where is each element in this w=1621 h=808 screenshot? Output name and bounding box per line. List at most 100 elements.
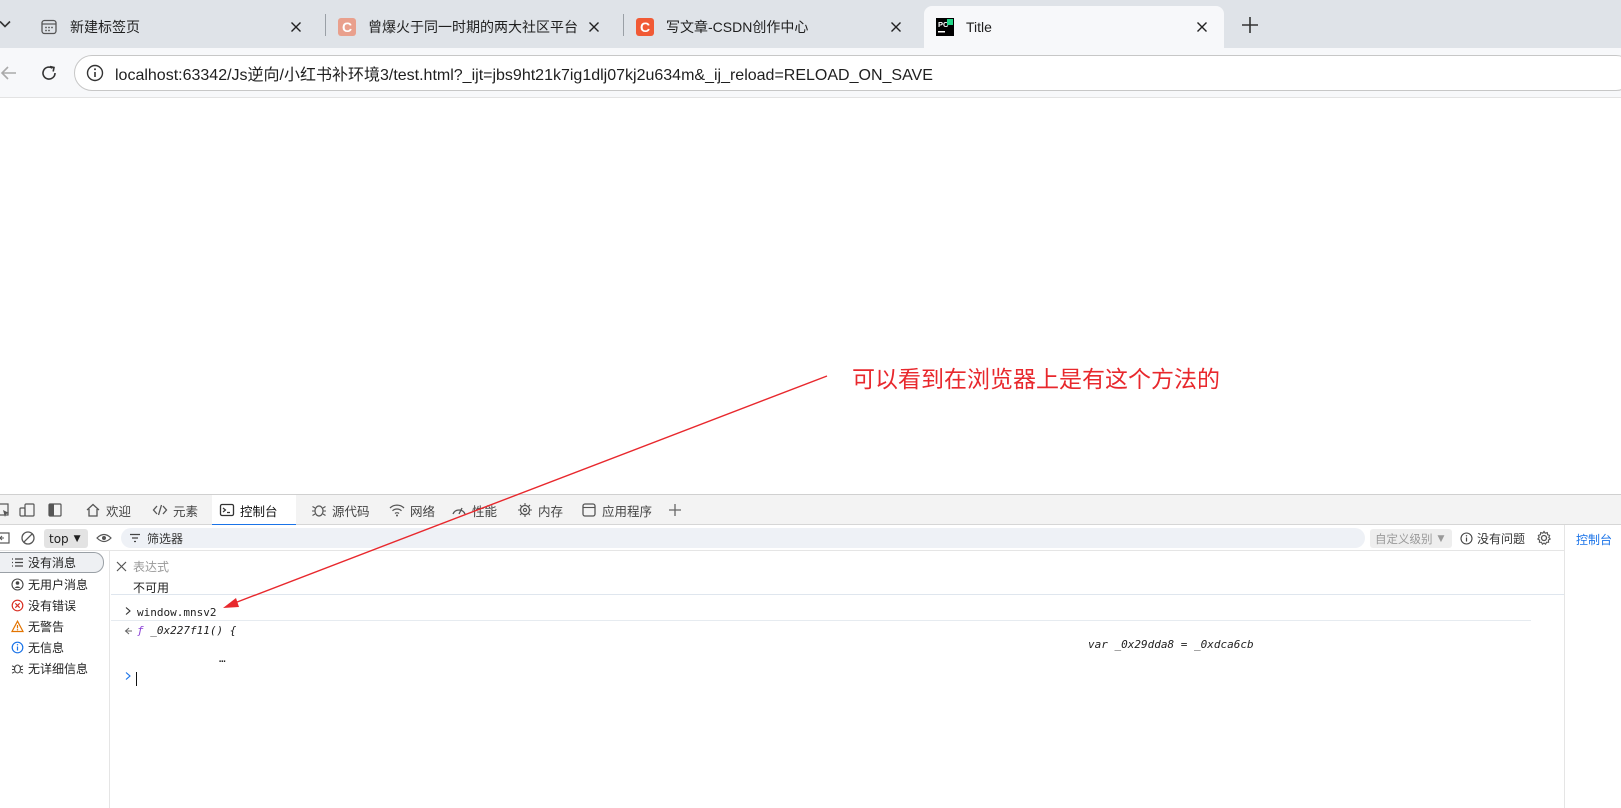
devtools-tab-sources[interactable]: 源代码 (304, 495, 378, 525)
tab-strip: 新建标签页 C 曾爆火于同一时期的两大社区平台 C 写文章-CSDN创作中心 P… (0, 0, 1621, 48)
address-bar[interactable]: localhost:63342/Js逆向/小红书补环境3/test.html?_… (74, 55, 1621, 91)
devtools-tab-network[interactable]: 网络 (382, 495, 443, 525)
console-sidebar: 没有消息 无用户消息 没有错误 无警告 无信息 无详细信息 (0, 551, 110, 808)
function-ellipsis: … (219, 652, 226, 665)
gear-icon[interactable] (1535, 529, 1553, 547)
sidebar-item-verbose[interactable]: 无详细信息 (0, 658, 104, 679)
drawer-right-panel: 控制台 (1564, 525, 1621, 808)
user-icon (10, 578, 24, 592)
sidebar-item-label: 无用户消息 (28, 578, 89, 592)
dropdown-triangle-icon: ▼ (73, 533, 81, 544)
pycharm-icon: PC (936, 18, 954, 36)
result-arrow-icon (123, 626, 133, 636)
function-preview[interactable]: ƒ _0x227f11() { (137, 624, 236, 637)
filter-placeholder: 筛选器 (147, 531, 184, 546)
expression-input[interactable]: 表达式 (133, 558, 169, 575)
verbose-icon (10, 662, 24, 676)
prompt-chevron-icon (123, 671, 133, 681)
new-tab-plus-icon[interactable] (1238, 13, 1262, 37)
tab-label: 应用程序 (602, 503, 653, 519)
filter-input[interactable]: 筛选器 (121, 528, 1365, 548)
tab-new-tab[interactable]: 新建标签页 (28, 6, 318, 48)
device-emulation-icon[interactable] (18, 501, 36, 519)
close-icon[interactable] (114, 559, 128, 573)
console-toolbar: top ▼ 筛选器 自定义级别 ▼ 没有问题 (0, 525, 1564, 551)
home-icon (84, 501, 102, 519)
sidebar-item-label: 没有消息 (28, 556, 77, 570)
devtools-tab-elements[interactable]: 元素 (145, 495, 206, 525)
tab-title: 新建标签页 (70, 19, 140, 35)
function-body-preview: var _0x29dda8 = _0xdca6cb (1088, 638, 1254, 651)
wifi-icon (388, 501, 406, 519)
sidebar-item-label: 无警告 (28, 620, 65, 634)
devtools-panel: 欢迎 元素 控制台 源代码 网络 性能 内存 应用程序 top ▼ 筛选器 自定… (0, 494, 1621, 808)
tab-title: 写文章-CSDN创作中心 (666, 19, 809, 35)
function-f-label: ƒ (137, 624, 144, 637)
sidebar-item-user-messages[interactable]: 无用户消息 (0, 574, 104, 595)
context-select[interactable]: top ▼ (44, 529, 88, 548)
right-panel-console-tab[interactable]: 控制台 (1576, 531, 1612, 548)
console-prompt-row[interactable] (111, 669, 1531, 687)
csdn-icon: C (338, 18, 356, 36)
sidebar-item-messages[interactable]: 没有消息 (0, 552, 104, 573)
tab-label: 源代码 (332, 503, 370, 519)
tab-title: Title (966, 19, 992, 35)
warning-icon (10, 620, 24, 634)
sidebar-item-info[interactable]: 无信息 (0, 637, 104, 658)
live-expression: 表达式 不可用 (111, 551, 1564, 595)
svg-text:C: C (342, 19, 352, 35)
sidebar-item-errors[interactable]: 没有错误 (0, 595, 104, 616)
clear-console-icon[interactable] (19, 529, 37, 547)
csdn-icon: C (636, 18, 654, 36)
close-icon[interactable] (886, 17, 906, 37)
live-expression-eye-icon[interactable] (95, 529, 113, 547)
devtools-tab-memory[interactable]: 内存 (510, 495, 571, 525)
tab-label: 性能 (472, 503, 498, 519)
info-icon (10, 641, 24, 655)
annotation-text: 可以看到在浏览器上是有这个方法的 (852, 367, 1220, 393)
issues-label: 没有问题 (1477, 532, 1526, 546)
devtools-tab-console[interactable]: 控制台 (212, 495, 296, 526)
console-command-row: window.mnsv2 (111, 603, 1531, 621)
site-info-icon[interactable] (85, 63, 105, 83)
list-icon (10, 556, 24, 570)
filter-icon (129, 532, 141, 544)
info-icon (1460, 532, 1473, 545)
reload-icon[interactable] (37, 61, 61, 85)
console-command: window.mnsv2 (137, 606, 217, 619)
function-name: _0x227f11() { (150, 624, 237, 637)
more-tools-plus-icon[interactable] (666, 501, 684, 519)
tab-label: 内存 (538, 503, 564, 519)
expression-result: 不可用 (133, 581, 170, 595)
tab-label: 控制台 (240, 503, 278, 519)
console-output: 表达式 不可用 window.mnsv2 ƒ _0x227f11() { var… (111, 551, 1564, 808)
devtools-tab-application[interactable]: 应用程序 (574, 495, 660, 525)
close-icon[interactable] (584, 17, 604, 37)
gauge-icon (450, 501, 468, 519)
back-arrow-icon[interactable] (0, 61, 20, 85)
devtools-tab-welcome[interactable]: 欢迎 (78, 495, 139, 525)
memory-icon (516, 501, 534, 519)
tab-title-active[interactable]: PC Title (924, 6, 1224, 48)
navigation-bar: localhost:63342/Js逆向/小红书补环境3/test.html?_… (0, 48, 1621, 98)
dock-side-icon[interactable] (46, 501, 64, 519)
tab-list-chevron-icon[interactable] (0, 12, 16, 36)
devtools-tab-performance[interactable]: 性能 (444, 495, 505, 525)
page-viewport (0, 98, 1621, 494)
sidebar-item-warnings[interactable]: 无警告 (0, 616, 104, 637)
tab-title: 曾爆火于同一时期的两大社区平台 (368, 19, 578, 35)
error-icon (10, 599, 24, 613)
tab-label: 网络 (410, 503, 436, 519)
levels-label: 自定义级别 (1375, 531, 1433, 546)
sidebar-toggle-icon[interactable] (0, 529, 12, 547)
tab-csdn-article[interactable]: C 曾爆火于同一时期的两大社区平台 (326, 6, 616, 48)
inspect-element-icon[interactable] (0, 501, 12, 519)
close-icon[interactable] (286, 17, 306, 37)
svg-text:C: C (640, 19, 650, 35)
close-icon[interactable] (1192, 17, 1212, 37)
tab-csdn-write[interactable]: C 写文章-CSDN创作中心 (624, 6, 918, 48)
issues-counter[interactable]: 没有问题 (1460, 529, 1525, 548)
tab-label: 欢迎 (106, 503, 132, 519)
log-levels-select[interactable]: 自定义级别 ▼ (1370, 529, 1452, 548)
console-result-row[interactable]: ƒ _0x227f11() { var _0x29dda8 = _0xdca6c… (111, 622, 1531, 666)
